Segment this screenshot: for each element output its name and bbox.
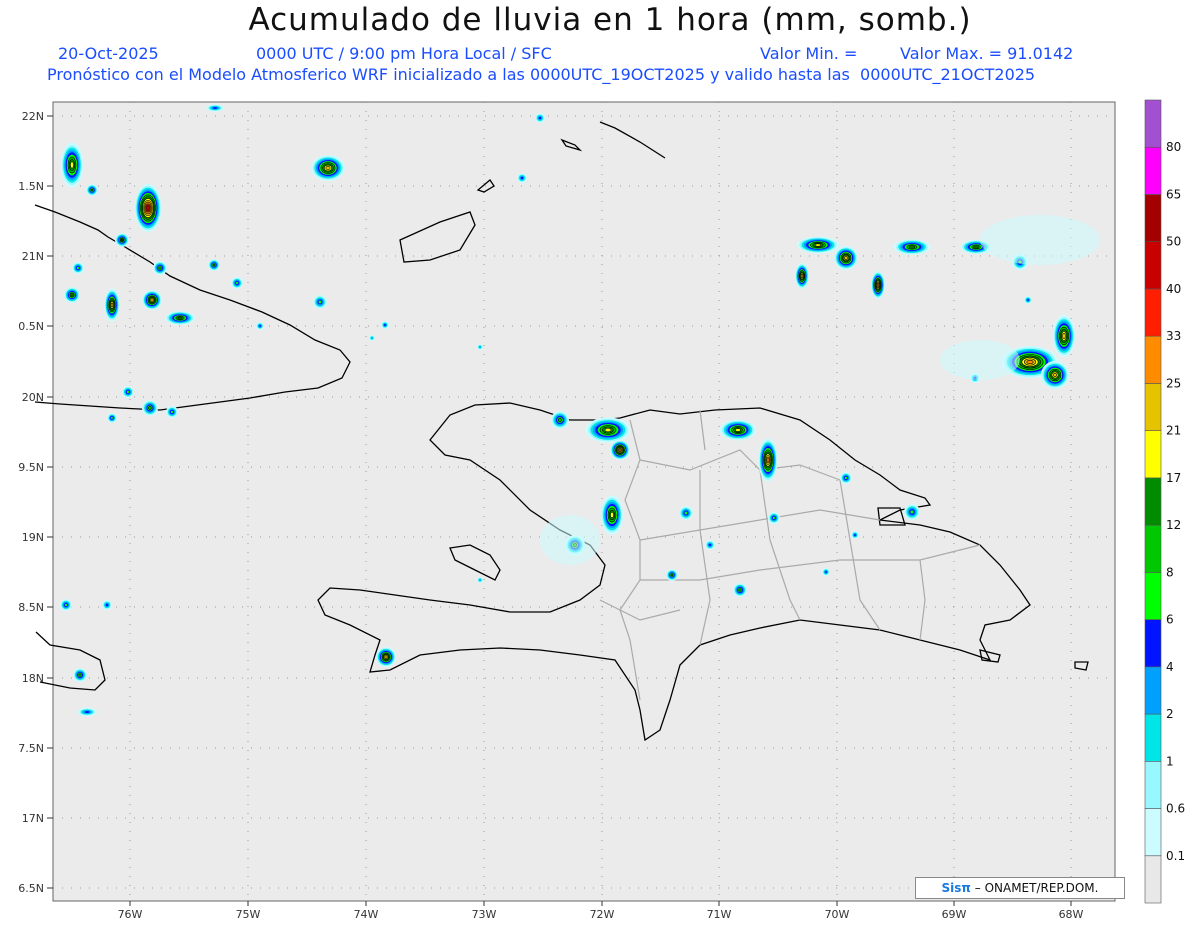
- colorbar-segment: [1144, 194, 1162, 243]
- credit-text: – ONAMET/REP.DOM.: [974, 881, 1099, 895]
- lat-tick-label: 18N: [22, 672, 44, 685]
- colorbar-label: 8: [1166, 565, 1174, 579]
- lon-tick-label: 73W: [472, 908, 497, 921]
- colorbar-label: 21: [1166, 424, 1181, 438]
- colorbar-segment: [1144, 524, 1162, 573]
- colorbar-segment: [1144, 288, 1162, 337]
- colorbar-label: 6: [1166, 613, 1174, 627]
- colorbar-label: 50: [1166, 235, 1181, 249]
- lat-tick-label: 0.5N: [18, 320, 44, 333]
- lon-tick-label: 74W: [354, 908, 379, 921]
- lat-tick-label: 7.5N: [18, 742, 44, 755]
- lon-tick-label: 76W: [118, 908, 143, 921]
- colorbar-label: 80: [1166, 140, 1181, 154]
- colorbar-label: 17: [1166, 471, 1181, 485]
- lat-tick-label: 8.5N: [18, 601, 44, 614]
- lon-tick-label: 72W: [590, 908, 615, 921]
- lat-tick-label: 1.5N: [18, 180, 44, 193]
- colorbar-segment: [1144, 99, 1162, 148]
- colorbar-segment: [1144, 383, 1162, 431]
- lat-tick-label: 17N: [22, 812, 44, 825]
- colorbar-segment: [1144, 619, 1162, 668]
- colorbar-segment: [1144, 241, 1162, 290]
- lon-tick-label: 68W: [1059, 908, 1084, 921]
- lon-tick-label: 75W: [236, 908, 261, 921]
- lat-tick-label: 22N: [22, 110, 44, 123]
- colorbar-label: 12: [1166, 518, 1181, 532]
- colorbar-label: 1: [1166, 754, 1174, 768]
- latitude-axis: 22N 1.5N 21N 0.5N 20N 9.5N 19N 8.5N 18N 7.5N 17N 6.…: [18, 110, 53, 895]
- map-frame: [52, 101, 1116, 902]
- colorbar-segment: [1144, 430, 1162, 479]
- lat-tick-label: 6.5N: [18, 882, 44, 895]
- lat-tick-label: 21N: [22, 250, 44, 263]
- colorbar-segment: [1144, 666, 1162, 715]
- colorbar-label: 0.1: [1166, 849, 1185, 863]
- sistema-brand: Sisπ: [941, 881, 971, 895]
- lat-tick-label: 9.5N: [18, 461, 44, 474]
- colorbar-label: 2: [1166, 707, 1174, 721]
- colorbar-segment: [1144, 808, 1162, 857]
- map-canvas: 0.10.612468121721253340506580 22N1.5N21N…: [18, 99, 1185, 921]
- colorbar-segment: [1144, 146, 1162, 195]
- lon-tick-label: 71W: [707, 908, 732, 921]
- colorbar-label: 0.6: [1166, 802, 1185, 816]
- colorbar-label: 40: [1166, 282, 1181, 296]
- colorbar-label: 33: [1166, 329, 1181, 343]
- colorbar-segment: [1144, 760, 1162, 809]
- longitude-axis: 76W 75W 74W 73W 72W 71W 70W 69W 68W: [118, 901, 1084, 921]
- colorbar: 0.10.612468121721253340506580: [1144, 99, 1185, 904]
- lon-tick-label: 70W: [825, 908, 850, 921]
- colorbar-segment: [1144, 335, 1162, 384]
- credit-box: Sisπ – ONAMET/REP.DOM.: [915, 877, 1125, 899]
- lat-tick-label: 20N: [22, 391, 44, 404]
- colorbar-segment: [1144, 713, 1162, 762]
- colorbar-segment: [1144, 477, 1162, 526]
- colorbar-segment: [1144, 855, 1162, 904]
- colorbar-segment: [1144, 572, 1162, 620]
- colorbar-label: 4: [1166, 660, 1174, 674]
- lon-tick-label: 69W: [942, 908, 967, 921]
- colorbar-label: 25: [1166, 376, 1181, 390]
- colorbar-label: 65: [1166, 187, 1181, 201]
- lat-tick-label: 19N: [22, 531, 44, 544]
